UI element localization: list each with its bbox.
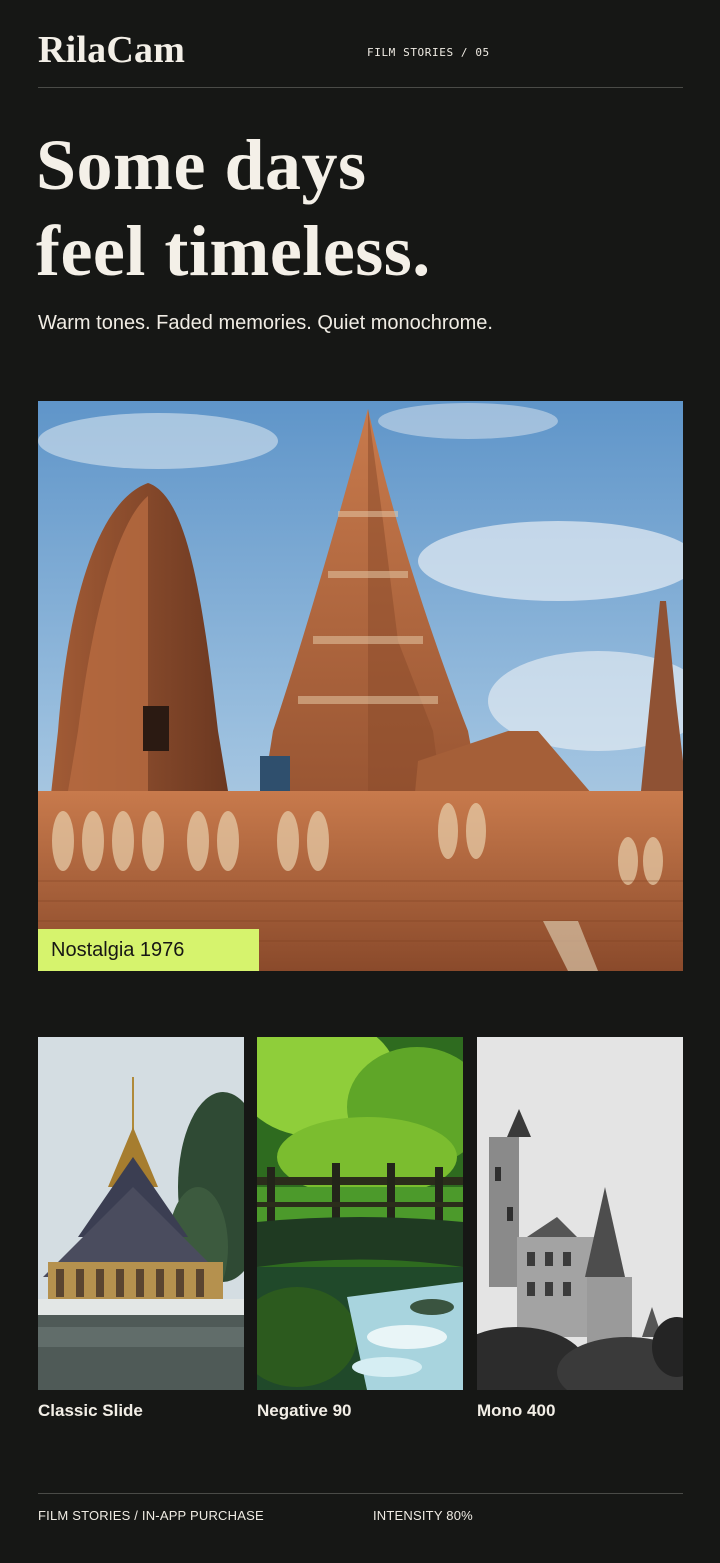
intensity-readout: INTENSITY 80%	[373, 1508, 473, 1523]
filter-thumbnail	[477, 1037, 683, 1390]
header-divider	[38, 87, 683, 88]
page-headline: Some days feel timeless.	[36, 122, 656, 294]
footer-divider	[38, 1493, 683, 1494]
page-subline: Warm tones. Faded memories. Quiet monoch…	[38, 312, 493, 334]
app-header: RilaCam FILM STORIES / 05	[38, 28, 683, 87]
brand-logo[interactable]: RilaCam	[38, 30, 185, 70]
filter-card-classic-slide[interactable]: Classic Slide	[38, 1037, 244, 1421]
filter-thumbnail	[257, 1037, 463, 1390]
filter-card-mono-400[interactable]: Mono 400	[477, 1037, 683, 1421]
featured-photo[interactable]: Nostalgia 1976	[38, 401, 683, 971]
palace-photo-illustration	[38, 1037, 244, 1390]
filter-card-negative-90[interactable]: Negative 90	[257, 1037, 463, 1421]
footer-section-label: FILM STORIES / IN-APP PURCHASE	[38, 1508, 264, 1523]
filter-thumbnail	[38, 1037, 244, 1390]
headline-line-1: Some days	[36, 125, 367, 205]
headline-line-2: feel timeless.	[36, 211, 431, 291]
featured-filter-label: Nostalgia 1976	[38, 929, 259, 971]
forest-bridge-photo-illustration	[257, 1037, 463, 1390]
filter-label: Negative 90	[257, 1401, 352, 1420]
issue-label: FILM STORIES / 05	[367, 46, 490, 59]
filter-label: Classic Slide	[38, 1401, 143, 1420]
temple-photo-illustration	[38, 401, 683, 971]
castle-photo-illustration	[477, 1037, 683, 1390]
filter-label: Mono 400	[477, 1401, 556, 1420]
